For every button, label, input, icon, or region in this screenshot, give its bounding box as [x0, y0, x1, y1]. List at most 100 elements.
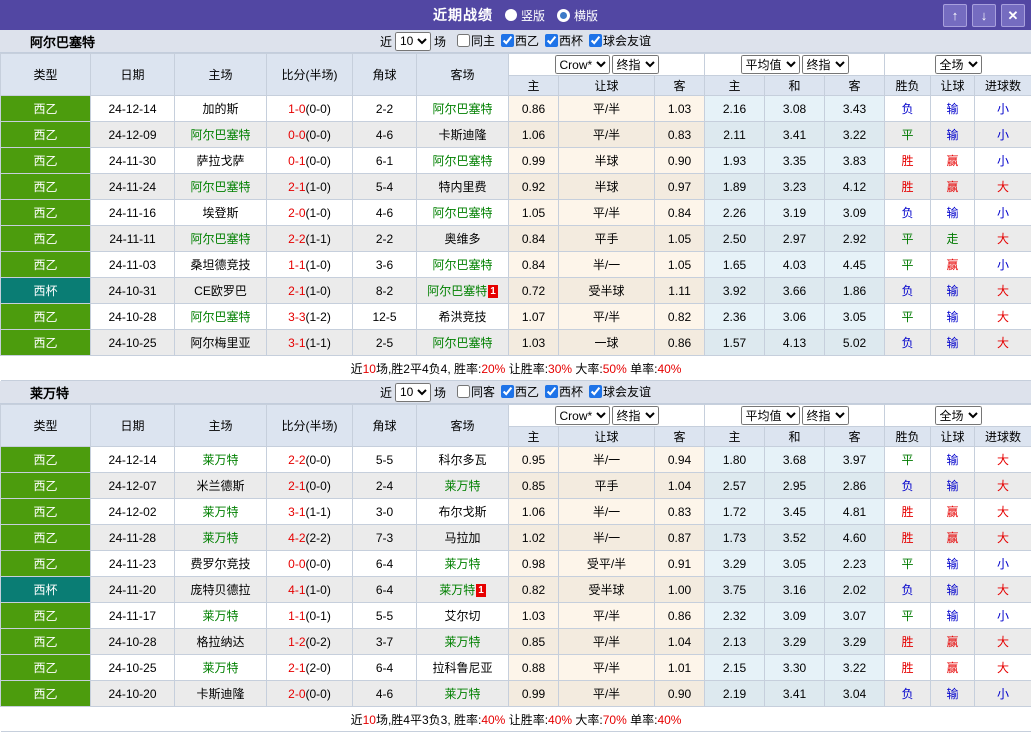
average-stage-select[interactable]: 终指 — [801, 406, 849, 425]
average-select[interactable]: 平均值 — [740, 55, 800, 74]
checkbox-input[interactable] — [589, 34, 603, 47]
match-date-cell: 24-11-24 — [90, 173, 175, 200]
result-goals-cell: 小 — [974, 680, 1031, 707]
home-team-cell: 阿尔巴塞特 — [174, 225, 267, 252]
avg-away-odds-cell: 4.60 — [824, 524, 886, 551]
filter-controls: 近 10 场 同客 西乙 西杯 球会友谊 — [379, 382, 651, 402]
bookmaker-stage-select[interactable]: 终指 — [611, 55, 659, 74]
result-goals-cell: 小 — [974, 121, 1031, 148]
away-team-cell: 莱万特 1 — [416, 576, 509, 603]
filter-controls: 近 10 场 同主 西乙 西杯 球会友谊 — [380, 31, 651, 51]
corner-cell: 3-6 — [352, 251, 417, 278]
checkbox-input[interactable] — [501, 34, 514, 47]
move-up-button[interactable]: ↑ — [943, 3, 967, 27]
avg-home-odds-cell: 1.93 — [704, 147, 766, 174]
average-stage-select[interactable]: 终指 — [801, 55, 849, 74]
filter-checkbox-西杯[interactable]: 西杯 — [539, 383, 583, 400]
filter-checkbox-球会友谊[interactable]: 球会友谊 — [583, 32, 651, 49]
avg-draw-odds-cell: 3.05 — [764, 550, 826, 577]
result-handicap-cell: 输 — [930, 121, 976, 148]
checkbox-input[interactable] — [501, 385, 514, 398]
crow-away-odds-cell: 1.04 — [653, 472, 706, 499]
close-button[interactable]: ✕ — [1001, 3, 1025, 27]
crow-home-odds-cell: 0.88 — [508, 654, 559, 681]
bookmaker-stage-select[interactable]: 终指 — [611, 406, 659, 425]
bookmaker-select[interactable]: Crow* — [554, 406, 610, 425]
layout-option-vertical[interactable]: 竖版 — [504, 7, 545, 24]
summary-text: 近10场,胜2平4负4, 胜率:20% 让胜率:30% 大率:50% 单率:40… — [0, 355, 1031, 381]
result-handicap-cell: 输 — [930, 550, 976, 577]
avg-draw-odds-cell: 3.16 — [764, 576, 826, 603]
home-team-cell: 格拉纳达 — [174, 628, 267, 655]
score-cell: 0-1(0-0) — [266, 147, 353, 174]
col-header-corner: 角球 — [352, 404, 417, 447]
match-row: 西乙 24-12-07 米兰德斯 2-1(0-0) 2-4 莱万特 0.85 平手 1.04 2.… — [0, 472, 1031, 499]
avg-home-odds-cell: 2.16 — [704, 95, 766, 122]
avg-away-odds-cell: 3.09 — [824, 199, 886, 226]
match-count-select[interactable]: 10 — [394, 31, 431, 51]
corner-cell: 4-6 — [352, 121, 417, 148]
layout-option-horizontal[interactable]: 横版 — [557, 7, 598, 24]
checkbox-input[interactable] — [545, 34, 559, 47]
subcol-avg-home: 主 — [704, 75, 766, 96]
result-goals-cell: 大 — [974, 628, 1031, 655]
crow-handicap-cell: 受平/半 — [558, 550, 655, 577]
checkbox-input[interactable] — [545, 385, 559, 398]
team-name: 莱万特 — [30, 385, 70, 401]
filter-checkbox-西乙[interactable]: 西乙 — [495, 383, 539, 400]
subcol-crow-away: 客 — [653, 426, 706, 447]
bookmaker-select[interactable]: Crow* — [554, 55, 610, 74]
avg-home-odds-cell: 2.36 — [704, 303, 766, 330]
result-wdl-cell: 胜 — [884, 498, 932, 525]
filter-checkbox-同客[interactable]: 同客 — [449, 383, 495, 400]
result-wdl-cell: 胜 — [884, 173, 932, 200]
result-wdl-cell: 平 — [884, 446, 932, 473]
checkbox-input[interactable] — [456, 34, 470, 47]
subcol-crow-handicap: 让球 — [558, 75, 655, 96]
avg-away-odds-cell: 3.97 — [824, 446, 886, 473]
summary-row: 近10场,胜4平3负3, 胜率:40% 让胜率:40% 大率:70% 单率:40… — [0, 706, 1031, 732]
average-select[interactable]: 平均值 — [740, 406, 800, 425]
match-row: 西乙 24-12-02 莱万特 3-1(1-1) 3-0 布尔戈斯 1.06 半/一 0.83 1… — [0, 498, 1031, 525]
match-date-cell: 24-11-16 — [90, 199, 175, 226]
match-row: 西乙 24-11-24 阿尔巴塞特 2-1(1-0) 5-4 特内里费 0.92 半球 0.97… — [0, 173, 1031, 200]
crow-away-odds-cell: 0.82 — [653, 303, 706, 330]
score-cell: 2-1(1-0) — [266, 277, 353, 304]
match-row: 西乙 24-10-25 阿尔梅里亚 3-1(1-1) 2-5 阿尔巴塞特 1.03 一球 0.8… — [0, 329, 1031, 356]
match-scope-select[interactable]: 全场 — [934, 55, 982, 74]
crow-handicap-cell: 平/半 — [558, 303, 655, 330]
result-handicap-cell: 赢 — [930, 628, 976, 655]
filter-checkbox-球会友谊[interactable]: 球会友谊 — [583, 383, 651, 400]
match-row: 西乙 24-10-28 阿尔巴塞特 3-3(1-2) 12-5 希洪竞技 1.07 平/半 0.… — [0, 303, 1031, 330]
checkbox-input[interactable] — [589, 385, 603, 398]
crow-away-odds-cell: 0.97 — [653, 173, 706, 200]
close-icon: ✕ — [1007, 7, 1019, 23]
filter-checkbox-西杯[interactable]: 西杯 — [539, 32, 583, 49]
subcol-result-goals: 进球数 — [974, 75, 1031, 96]
corner-cell: 8-2 — [352, 277, 417, 304]
crow-home-odds-cell: 1.03 — [508, 602, 559, 629]
filter-checkbox-同主[interactable]: 同主 — [449, 32, 495, 49]
filter-checkbox-西乙[interactable]: 西乙 — [495, 32, 539, 49]
score-cell: 1-1(0-1) — [266, 602, 353, 629]
home-team-cell: 加的斯 — [174, 95, 267, 122]
match-count-select[interactable]: 10 — [394, 382, 431, 402]
crow-handicap-cell: 半/一 — [558, 251, 655, 278]
away-team-cell: 阿尔巴塞特 — [416, 199, 509, 226]
crow-handicap-cell: 受半球 — [558, 277, 655, 304]
filter-near-label: 近 — [379, 385, 392, 400]
subcol-result-handicap: 让球 — [930, 426, 976, 447]
avg-home-odds-cell: 1.80 — [704, 446, 766, 473]
result-goals-cell: 小 — [974, 199, 1031, 226]
subcol-result-handicap: 让球 — [930, 75, 976, 96]
score-cell: 3-1(1-1) — [266, 329, 353, 356]
move-down-button[interactable]: ↓ — [972, 3, 996, 27]
result-wdl-cell: 平 — [884, 303, 932, 330]
avg-draw-odds-cell: 2.97 — [764, 225, 826, 252]
match-scope-select[interactable]: 全场 — [934, 406, 982, 425]
result-handicap-cell: 赢 — [930, 147, 976, 174]
match-type-cell: 西乙 — [0, 524, 91, 551]
match-date-cell: 24-10-28 — [90, 628, 175, 655]
crow-away-odds-cell: 1.05 — [653, 225, 706, 252]
checkbox-input[interactable] — [456, 385, 470, 398]
